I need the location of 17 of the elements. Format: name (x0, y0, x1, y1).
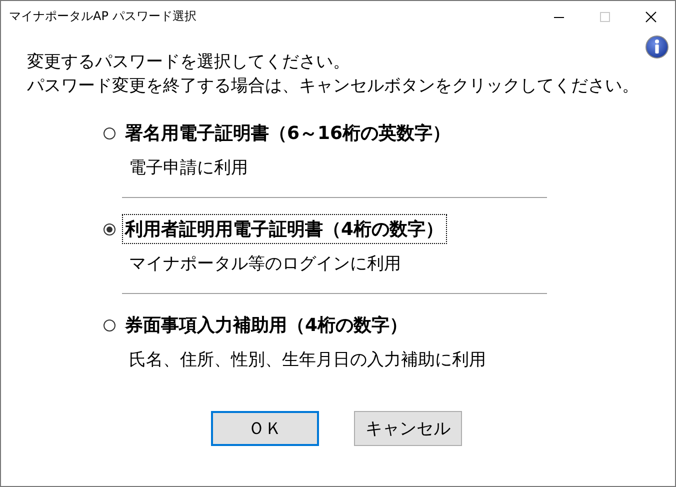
option-label[interactable]: 券面事項入力補助用（4桁の数字） (122, 310, 411, 340)
cancel-button[interactable]: キャンセル (354, 411, 462, 446)
maximize-icon (599, 10, 611, 22)
instruction-text: 変更するパスワードを選択してください。 (27, 51, 351, 74)
radio-button[interactable] (103, 126, 116, 140)
close-icon[interactable] (645, 10, 657, 22)
radio-button[interactable] (103, 222, 116, 236)
option-label[interactable]: 利用者証明用電子証明書（4桁の数字） (122, 214, 447, 244)
option-label[interactable]: 署名用電子証明書（6～16桁の英数字） (122, 118, 454, 148)
ok-button[interactable]: ＯＫ (211, 411, 319, 446)
option-description: 電子申請に利用 (129, 157, 249, 179)
option-description: マイナポータル等のログインに利用 (129, 253, 402, 275)
instruction-text: パスワード変更を終了する場合は、キャンセルボタンをクリックしてください。 (27, 75, 640, 98)
info-icon (645, 35, 669, 59)
option-description: 氏名、住所、性別、生年月日の入力補助に利用 (129, 349, 487, 371)
radio-button[interactable] (103, 318, 116, 332)
window-title: マイナポータルAP パスワード選択 (9, 8, 196, 25)
